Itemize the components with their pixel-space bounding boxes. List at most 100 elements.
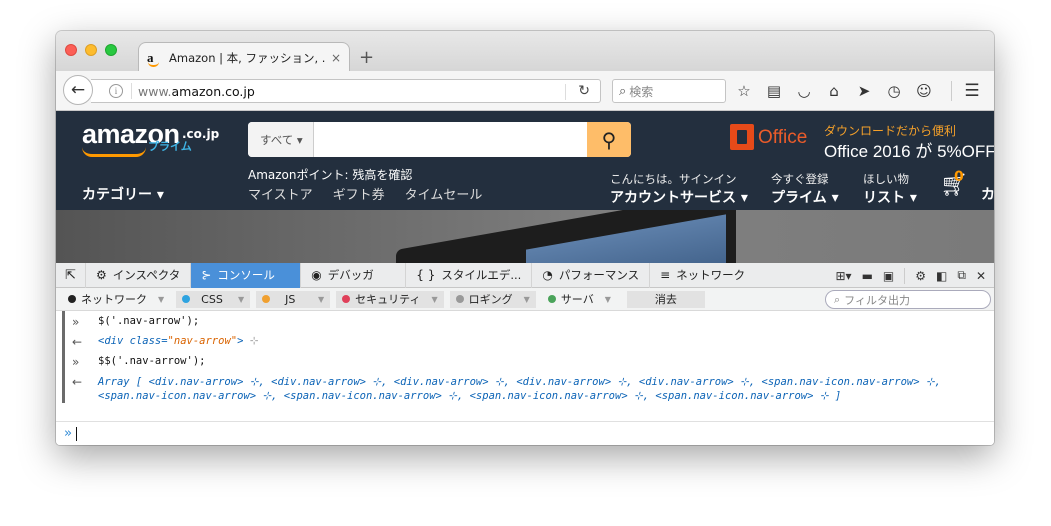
promo-title[interactable]: Office 2016 が 5%OFF [824, 137, 994, 162]
style-editor-icon: { } [416, 268, 436, 282]
tab-performance[interactable]: ◔ パフォーマンス [532, 262, 651, 288]
console-output: » $('.nav-arrow'); ← <div class="nav-arr… [56, 311, 994, 421]
sub-links: マイストア ギフト券 タイムセール [248, 184, 482, 203]
browser-window: a Amazon | 本, ファッション, ... × + i www. amaz… [56, 31, 994, 445]
actions-divider [904, 267, 906, 284]
search-icon: ⌕ [619, 83, 627, 99]
server-dot-icon [547, 295, 556, 303]
cart-label[interactable]: カ [981, 184, 994, 204]
frame-select-icon[interactable]: ⊞▾ [835, 269, 851, 283]
minimize-window-button[interactable] [85, 44, 97, 56]
reading-list-icon[interactable]: ▤ [764, 81, 784, 101]
console-input-row: » $('.nav-arrow'); [56, 315, 994, 329]
dock-side-icon[interactable]: ◧ [936, 269, 947, 283]
chevron-down-icon: ▼ [238, 294, 245, 304]
sub-link-timesale[interactable]: タイムセール [405, 184, 483, 203]
console-output-row: ← <div class="nav-arrow"> ⊹ [56, 335, 994, 349]
close-devtools-icon[interactable]: ✕ [976, 269, 986, 283]
tab-label: スタイルエデ... [441, 268, 522, 282]
wishlist-label: リスト ▾ [863, 190, 917, 206]
hamburger-menu-icon[interactable]: ☰ [962, 81, 982, 101]
home-icon[interactable]: ⌂ [824, 81, 844, 101]
js-dot-icon [262, 295, 271, 303]
settings-gear-icon[interactable]: ⚙ [915, 269, 926, 283]
clear-console-button[interactable]: 消去 [626, 290, 705, 308]
back-button[interactable]: ← [63, 75, 93, 105]
browser-tab[interactable]: a Amazon | 本, ファッション, ... × [138, 42, 350, 72]
console-input-line[interactable]: » [56, 421, 994, 445]
console-array-result[interactable]: Array [ <div.nav-arrow> ⊹, <div.nav-arro… [98, 375, 978, 403]
amazon-search-box: すべて ▾ ⚲ [248, 122, 631, 157]
zoom-window-button[interactable] [105, 44, 117, 56]
tab-close-icon[interactable]: × [331, 51, 341, 65]
result-attr: class= [129, 335, 168, 347]
network-icon: ≡ [660, 268, 671, 282]
tab-console[interactable]: ⊱ コンソール [191, 262, 302, 288]
send-icon[interactable]: ➤ [854, 81, 874, 101]
wishlist-menu[interactable]: ほしい物 リスト ▾ [863, 171, 917, 207]
sub-link-mystore[interactable]: マイストア [248, 184, 313, 203]
pocket-icon[interactable]: ◡ [794, 81, 814, 101]
url-bar[interactable]: i www. amazon.co.jp ↻ [91, 79, 601, 103]
tab-label: デバッガ [327, 268, 374, 282]
console-command[interactable]: $('.nav-arrow'); [98, 315, 199, 329]
devtools-panel: ⇱ ⚙ インスペクタ ⊱ コンソール ◉ デバッガ { } スタイルエデ... ◔ パフォ… [56, 262, 994, 445]
close-window-button[interactable] [65, 44, 77, 56]
console-result[interactable]: <div class="nav-arrow"> ⊹ [98, 335, 259, 349]
office-brand[interactable]: Office [758, 127, 807, 149]
office-logo-icon[interactable] [730, 124, 754, 150]
filter-logging[interactable]: ロギング ▼ [449, 290, 536, 308]
menu-divider [951, 81, 952, 101]
account-greeting: こんにちは。サインイン [610, 172, 737, 186]
undock-icon[interactable]: ⧉ [957, 268, 966, 283]
security-dot-icon [342, 295, 351, 303]
history-icon[interactable]: ◷ [884, 81, 904, 101]
tab-debugger[interactable]: ◉ デバッガ [301, 262, 407, 288]
account-services-menu[interactable]: こんにちは。サインイン アカウントサービス ▾ [610, 171, 748, 207]
search-submit-button[interactable]: ⚲ [587, 122, 631, 157]
search-icon: ⌕ [834, 292, 841, 306]
title-bar: a Amazon | 本, ファッション, ... × + [56, 31, 994, 72]
bookmark-star-icon[interactable]: ☆ [734, 81, 754, 101]
tab-network[interactable]: ≡ ネットワーク [650, 263, 755, 288]
split-console-icon[interactable]: ▬ [862, 269, 873, 283]
search-category-dropdown[interactable]: すべて ▾ [248, 122, 314, 157]
filter-security[interactable]: セキュリティ ▼ [336, 290, 444, 308]
hero-banner[interactable] [56, 210, 994, 263]
result-tag: <div [98, 335, 130, 347]
account-services-label: アカウントサービス ▾ [610, 190, 748, 206]
emoji-icon[interactable]: ☺ [914, 81, 934, 101]
console-command[interactable]: $$('.nav-arrow'); [98, 355, 205, 369]
magnifier-icon: ⚲ [601, 127, 617, 152]
chevron-down-icon: ▼ [604, 294, 611, 304]
network-dot-icon [68, 295, 76, 303]
filter-network[interactable]: ネットワーク ▼ [62, 291, 170, 308]
toolbar-icons: ☆ ▤ ◡ ⌂ ➤ ◷ ☺ [734, 81, 934, 101]
filter-label: JS [285, 292, 296, 306]
points-link[interactable]: Amazonポイント: 残高を確認 [248, 166, 412, 183]
devtools-actions: ⊞▾ ▬ ▣ ⚙ ◧ ⧉ ✕ [835, 263, 994, 288]
filter-css[interactable]: CSS ▼ [176, 290, 251, 308]
screenshot-icon[interactable]: ▣ [883, 269, 894, 283]
tab-style-editor[interactable]: { } スタイルエデ... [406, 262, 533, 288]
filter-placeholder: フィルタ出力 [844, 293, 910, 307]
reload-icon[interactable]: ↻ [578, 83, 590, 99]
node-target-icon[interactable]: ⊹ [250, 335, 259, 347]
debugger-icon: ◉ [311, 268, 322, 282]
element-picker-icon[interactable]: ⇱ [56, 262, 86, 288]
tab-inspector[interactable]: ⚙ インスペクタ [86, 262, 192, 288]
prime-menu[interactable]: 今すぐ登録 プライム ▾ [771, 171, 839, 207]
category-menu[interactable]: カテゴリー ▾ [82, 184, 164, 204]
chevron-down-icon: ▼ [158, 294, 165, 304]
new-tab-button[interactable]: + [359, 47, 374, 68]
url-divider [131, 83, 132, 99]
site-info-icon[interactable]: i [109, 84, 123, 98]
filter-output-input[interactable]: ⌕ フィルタ出力 [825, 290, 991, 309]
tab-label: インスペクタ [112, 268, 181, 282]
filter-js[interactable]: JS ▼ [256, 290, 331, 308]
sub-link-giftcard[interactable]: ギフト券 [333, 184, 385, 203]
filter-server[interactable]: サーバ ▼ [542, 291, 617, 308]
text-caret [76, 427, 77, 441]
search-bar[interactable]: ⌕ 検索 [612, 79, 726, 103]
amazon-header: amazon .co.jp プライム すべて ▾ ⚲ Office ダウンロード… [56, 111, 994, 210]
